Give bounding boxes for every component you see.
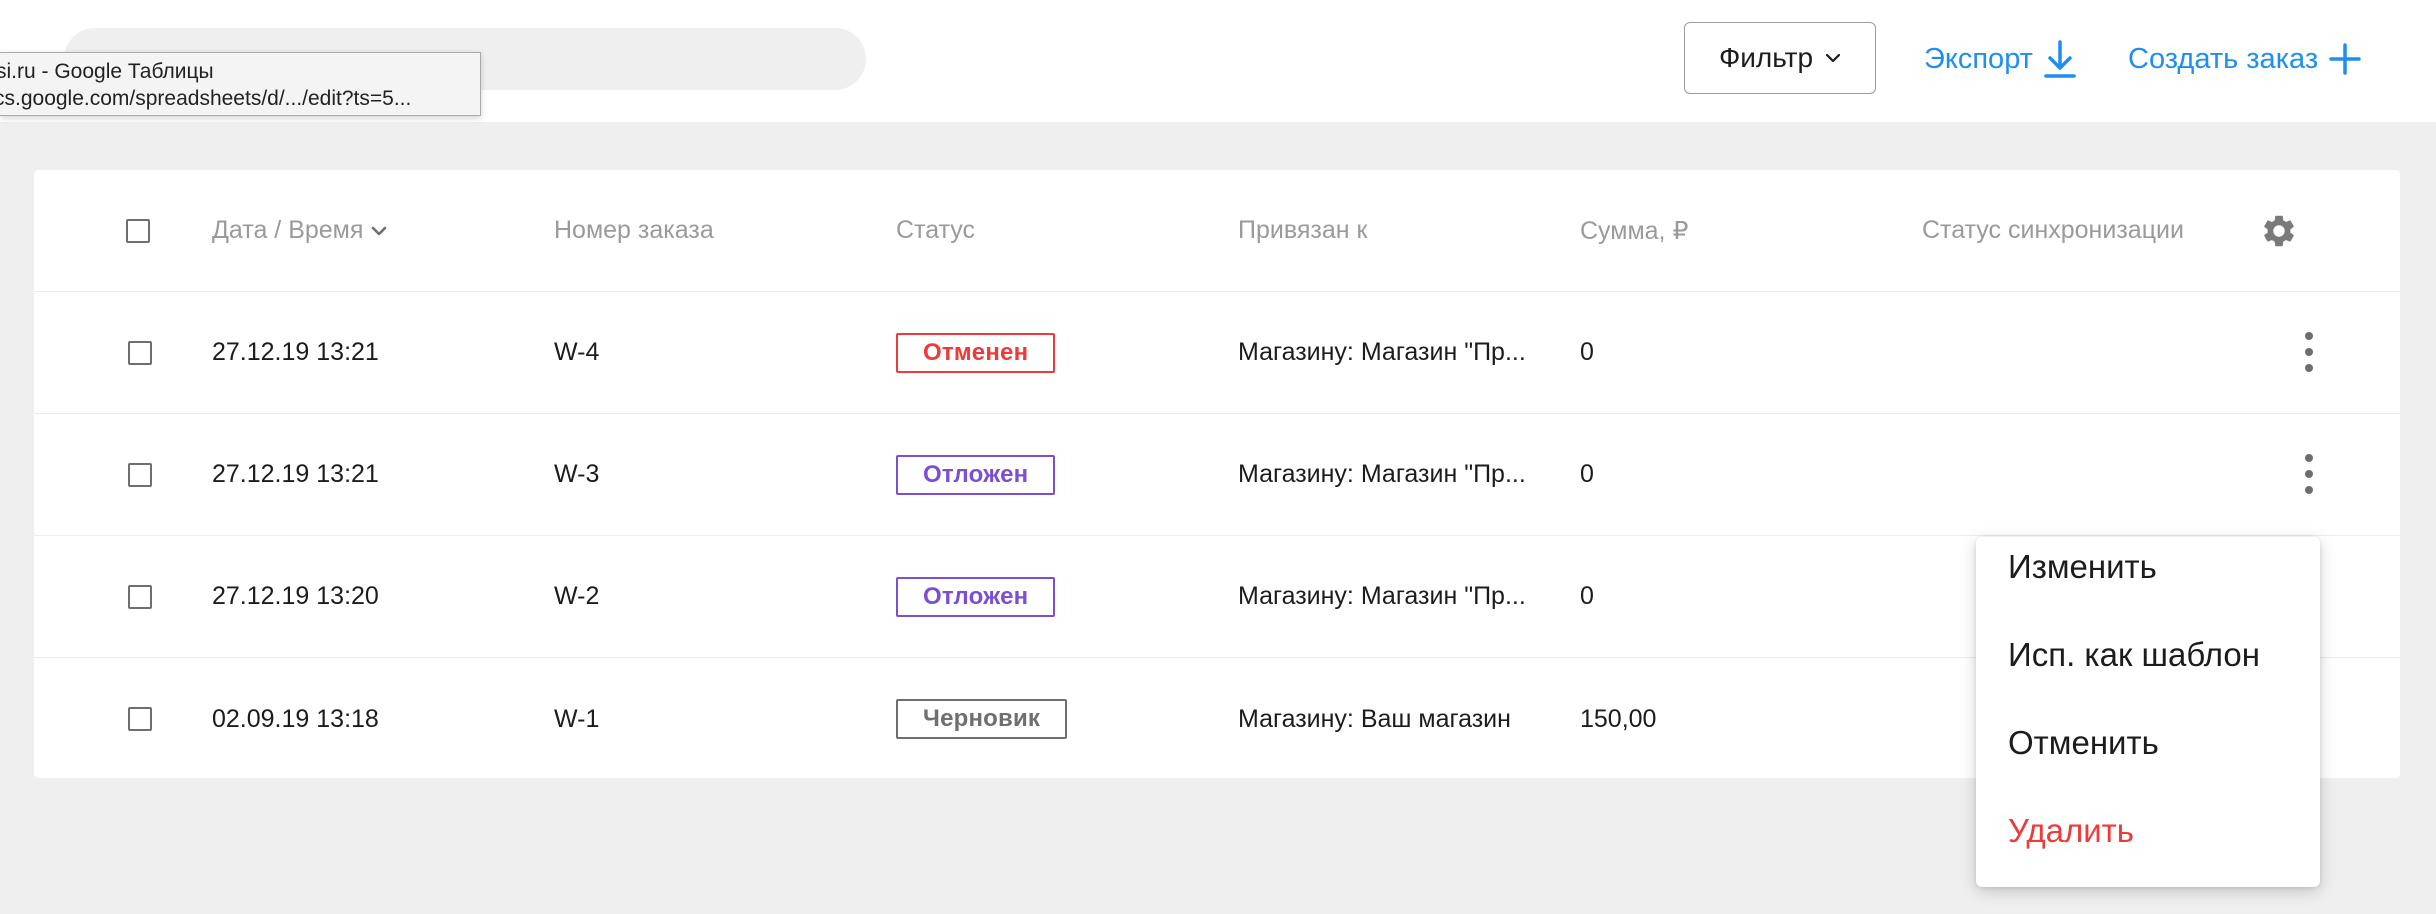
table-row[interactable]: 27.12.19 13:21 W-3 Отложен Магазину: Маг… [34,414,2400,536]
plus-icon [2329,43,2361,75]
order-sum: 150,00 [1580,704,1657,733]
status-cell: Отменен [896,292,1056,413]
row-checkbox[interactable] [128,585,152,609]
table-row[interactable]: 27.12.19 13:21 W-4 Отменен Магазину: Маг… [34,292,2400,414]
order-date: 27.12.19 13:21 [212,460,379,488]
status-badge: Отменен [896,332,1056,373]
filter-button-label: Фильтр [1718,42,1814,73]
menu-item-edit[interactable]: Изменить [2008,537,2157,597]
column-sync-header: Статус синхронизации [1922,216,2184,244]
order-date: 02.09.19 13:18 [212,704,379,733]
export-button[interactable]: Экспорт [1924,30,2077,88]
row-checkbox[interactable] [128,463,152,487]
menu-item-use-as-template[interactable]: Исп. как шаблон [2008,625,2260,685]
order-sum: 0 [1580,460,1594,488]
column-number-header: Номер заказа [554,216,714,244]
menu-item-delete[interactable]: Удалить [2008,801,2134,861]
order-linked-to: Магазину: Магазин "Пр... [1238,338,1526,366]
status-cell: Черновик [896,658,1068,780]
status-badge: Черновик [896,699,1068,739]
tooltip-url: cs.google.com/spreadsheets/d/.../edit?ts… [0,87,412,110]
column-status-header: Статус [896,216,976,244]
chevron-down-icon [1825,53,1841,63]
create-order-button[interactable]: Создать заказ [2128,30,2362,88]
column-date-header[interactable]: Дата / Время [212,170,387,291]
row-checkbox[interactable] [128,707,152,731]
order-linked-to: Магазину: Магазин "Пр... [1238,582,1526,610]
column-sum-header: Сумма, ₽ [1580,216,1689,245]
sort-chevron-icon [372,226,387,235]
order-number: W-3 [554,460,600,488]
order-sum: 0 [1580,582,1594,610]
status-cell: Отложен [896,536,1056,657]
status-cell: Отложен [896,414,1056,535]
row-checkbox[interactable] [128,341,152,365]
menu-item-cancel[interactable]: Отменить [2008,713,2159,773]
order-number: W-4 [554,338,600,366]
order-number: W-2 [554,582,600,610]
order-linked-to: Магазину: Магазин "Пр... [1238,460,1526,488]
link-tooltip: si.ru - Google Таблицы cs.google.com/spr… [0,52,481,116]
status-badge: Отложен [896,576,1056,617]
order-date: 27.12.19 13:21 [212,338,379,366]
select-all-checkbox[interactable] [126,219,150,243]
table-header: Дата / Время Номер заказа Статус Привяза… [34,170,2400,292]
gear-icon[interactable] [2260,212,2298,250]
filter-button[interactable]: Фильтр [1684,22,1876,94]
tooltip-title: si.ru - Google Таблицы [0,60,214,83]
create-order-button-label: Создать заказ [2128,42,2319,75]
row-context-menu: Изменить Исп. как шаблон Отменить Удалит… [1976,537,2320,887]
column-date-label: Дата / Время [212,216,364,244]
more-actions-icon[interactable] [2294,452,2324,496]
export-button-label: Экспорт [1924,42,2033,75]
column-linked-header: Привязан к [1238,216,1368,244]
status-badge: Отложен [896,454,1056,495]
order-number: W-1 [554,704,600,733]
order-linked-to: Магазину: Ваш магазин [1238,704,1511,733]
more-actions-icon[interactable] [2294,330,2324,374]
order-date: 27.12.19 13:20 [212,582,379,610]
download-icon [2044,40,2076,78]
order-sum: 0 [1580,338,1594,366]
